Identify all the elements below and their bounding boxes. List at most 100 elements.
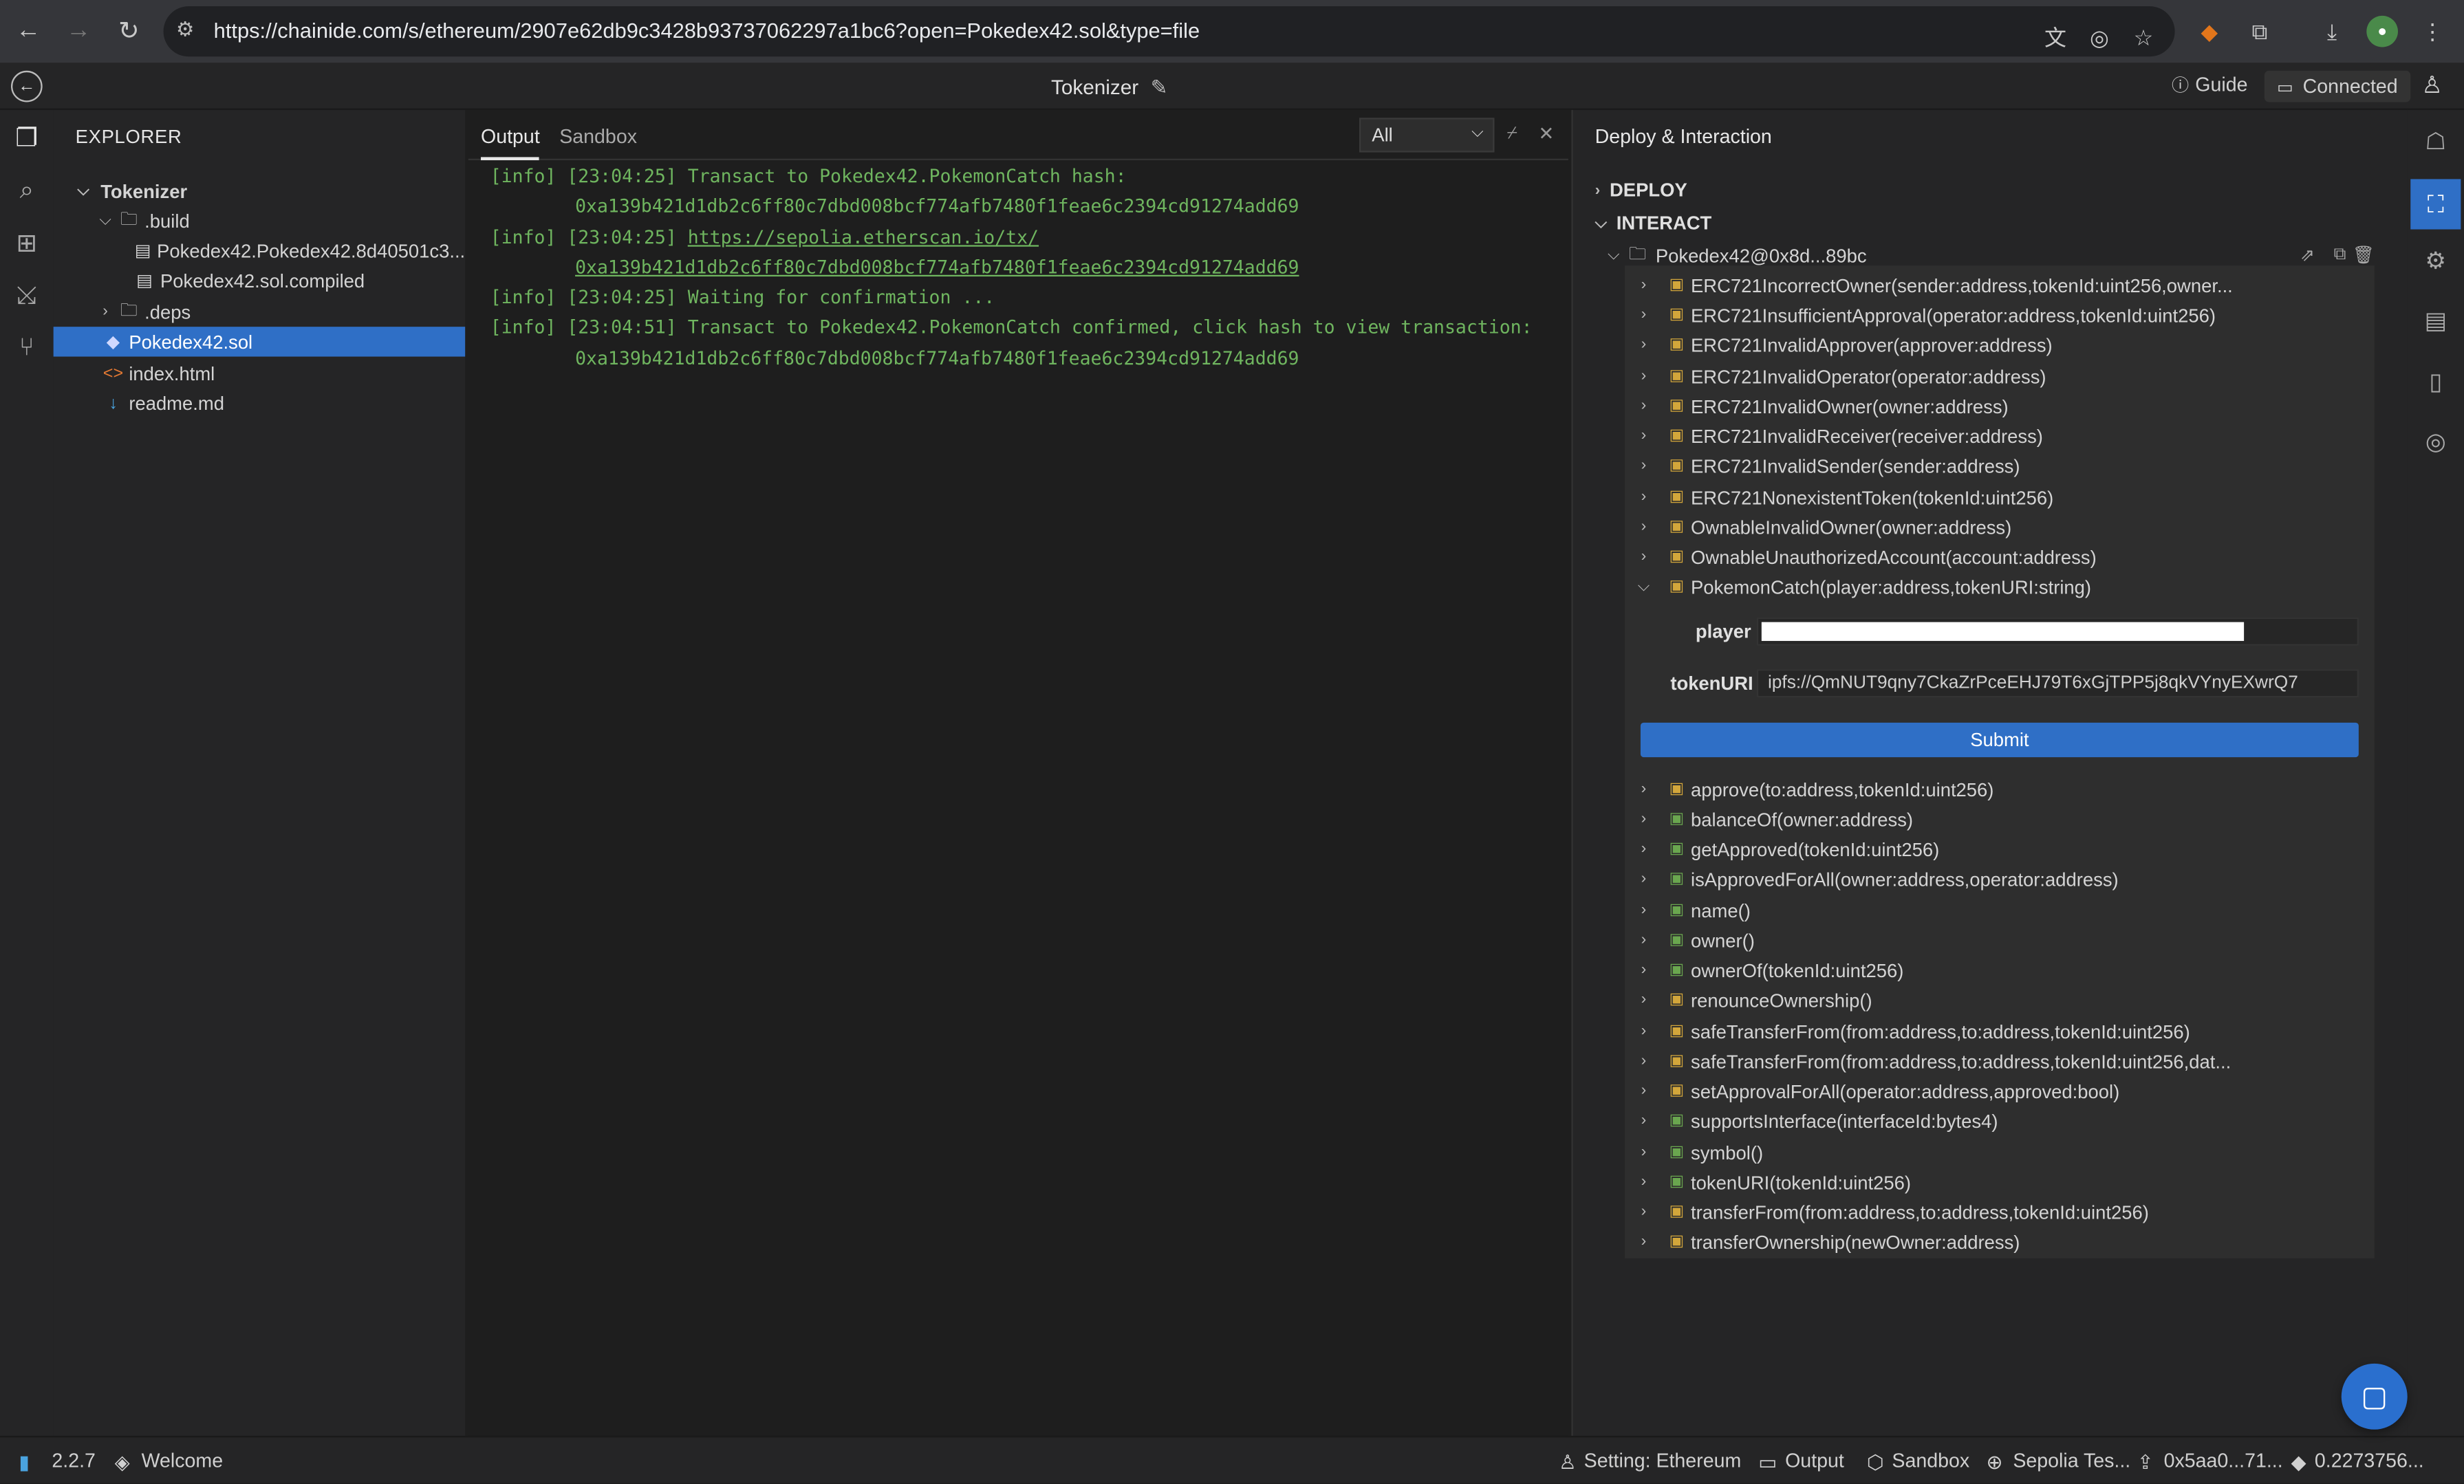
- back-icon[interactable]: ←: [10, 12, 47, 50]
- function-item[interactable]: › ▣ ERC721InvalidOperator(operator:address…: [1625, 361, 2375, 391]
- welcome-icon[interactable]: ◈: [115, 1450, 130, 1474]
- function-item[interactable]: › ▣ ERC721InvalidApprover(approver:address…: [1625, 330, 2375, 360]
- function-item-expanded[interactable]: ⌵ ▣ PokemonCatch(player:address,tokenURI:s…: [1625, 572, 2375, 602]
- tree-file-selected[interactable]: ◆ Pokedex42.sol: [53, 327, 466, 357]
- write-function-icon: ▣: [1669, 991, 1685, 1009]
- function-item[interactable]: › ▣ ERC721IncorrectOwner(sender:address,to…: [1625, 270, 2375, 300]
- tree-folder-build[interactable]: ⌵ 🗀 .build: [54, 206, 466, 235]
- function-item[interactable]: › ▣ OwnableInvalidOwner(owner:address): [1625, 512, 2375, 542]
- chevron-right-icon: ›: [1641, 427, 1647, 445]
- function-item[interactable]: › ▣ ERC721InvalidSender(sender:address): [1625, 451, 2375, 481]
- log-hash[interactable]: 0xa139b421d1db2c6ff80c7dbd008bcf774afb74…: [575, 347, 1299, 369]
- trash-icon[interactable]: 🗑: [2353, 245, 2375, 265]
- etherscan-link[interactable]: https://sepolia.etherscan.io/tx/: [688, 226, 1039, 248]
- share-icon[interactable]: ⇗: [2300, 245, 2315, 265]
- balance-value: 0.2273756...: [2314, 1450, 2424, 1472]
- function-item[interactable]: › ▣ setApprovalForAll(operator:address,app…: [1625, 1076, 2375, 1106]
- translate-icon[interactable]: 文: [2040, 22, 2071, 54]
- function-item[interactable]: › ▣ transferFrom(from:address,to:address,t…: [1625, 1197, 2375, 1227]
- tab-output[interactable]: Output: [481, 126, 540, 148]
- read-function-icon: ▣: [1669, 961, 1685, 979]
- tx-hash-link[interactable]: 0xa139b421d1db2c6ff80c7dbd008bcf774afb74…: [575, 256, 1299, 278]
- pencil-icon[interactable]: ✎: [1151, 76, 1168, 99]
- function-item[interactable]: › ▣ ERC721InvalidOwner(owner:address): [1625, 391, 2375, 421]
- read-function-icon: ▣: [1669, 1173, 1685, 1191]
- function-item[interactable]: › ▣ ERC721NonexistentToken(tokenId:uint256…: [1625, 482, 2375, 512]
- download-icon[interactable]: ⤓: [2316, 16, 2348, 47]
- tree-file[interactable]: ▤ Pokedex42.sol.compiled: [54, 265, 466, 295]
- function-item[interactable]: › ▣ OwnableUnauthorizedAccount(account:add…: [1625, 542, 2375, 571]
- function-item[interactable]: › ▣ safeTransferFrom(from:address,to:addre…: [1625, 1046, 2375, 1076]
- reload-icon[interactable]: ↻: [110, 12, 148, 50]
- function-signature: ERC721NonexistentToken(tokenId:uint256): [1691, 486, 2054, 509]
- function-signature: balanceOf(owner:address): [1691, 808, 1914, 831]
- deploy-section-toggle[interactable]: › DEPLOY: [1595, 179, 1687, 201]
- eye-off-icon[interactable]: ◎: [2084, 22, 2115, 54]
- tree-file[interactable]: ↓ readme.md: [54, 388, 466, 417]
- git-icon[interactable]: ⑂: [8, 330, 45, 368]
- function-item[interactable]: › ▣ transferOwnership(newOwner:address): [1625, 1227, 2375, 1256]
- output-toggle[interactable]: Output: [1785, 1450, 1844, 1472]
- function-item[interactable]: › ▣ balanceOf(owner:address): [1625, 805, 2375, 834]
- function-signature: ERC721InvalidReceiver(receiver:address): [1691, 424, 2043, 447]
- setting-chain[interactable]: Setting: Ethereum: [1584, 1450, 1742, 1472]
- close-icon[interactable]: ✕: [1538, 122, 1554, 144]
- user-icon[interactable]: ♙: [2421, 71, 2443, 99]
- tab-sandbox[interactable]: Sandbox: [559, 126, 637, 148]
- forward-icon[interactable]: →: [60, 12, 98, 50]
- compare-icon[interactable]: ⤩: [8, 278, 45, 316]
- robot-icon[interactable]: ☖: [2417, 122, 2454, 160]
- extensions-icon[interactable]: ⧉: [2244, 16, 2276, 47]
- fingerprint-icon[interactable]: ◎: [2417, 423, 2454, 461]
- plugins-icon[interactable]: ⊞: [8, 225, 45, 263]
- compile-icon[interactable]: ⚙: [2417, 242, 2454, 280]
- copy-icon[interactable]: ⧉: [2334, 245, 2346, 265]
- clear-log-icon[interactable]: ⌿: [1507, 124, 1517, 144]
- function-item[interactable]: › ▣ ERC721InvalidReceiver(receiver:address…: [1625, 421, 2375, 450]
- account-address[interactable]: 0x5aa0...71...: [2164, 1450, 2283, 1472]
- chevron-right-icon: ›: [1641, 1023, 1647, 1040]
- welcome-link[interactable]: Welcome: [142, 1450, 224, 1472]
- project-title[interactable]: Tokenizer ✎: [0, 76, 2219, 101]
- function-item[interactable]: › ▣ ERC721InsufficientApproval(operator:ad…: [1625, 300, 2375, 329]
- function-item[interactable]: › ▣ name(): [1625, 895, 2375, 925]
- guide-button[interactable]: ⓘ Guide: [2172, 72, 2247, 98]
- function-item[interactable]: › ▣ approve(to:address,tokenId:uint256): [1625, 774, 2375, 804]
- connected-button[interactable]: ▭ Connected: [2264, 70, 2410, 102]
- log-hash[interactable]: 0xa139b421d1db2c6ff80c7dbd008bcf774afb74…: [575, 195, 1299, 217]
- network-selector[interactable]: Sepolia Tes...: [2013, 1450, 2130, 1472]
- tree-root-folder[interactable]: ⌵ Tokenizer: [54, 176, 466, 206]
- deploy-interaction-icon[interactable]: ⛶: [2410, 179, 2461, 230]
- function-item[interactable]: › ▣ tokenURI(tokenId:uint256): [1625, 1167, 2375, 1197]
- site-settings-icon[interactable]: ⚙: [176, 17, 195, 43]
- function-item[interactable]: › ▣ supportsInterface(interfaceId:bytes4): [1625, 1106, 2375, 1135]
- tokenuri-input[interactable]: ipfs://QmNUT9qny7CkaZrPceEHJ79T6xGjTPP5j…: [1756, 669, 2359, 698]
- bookmark-star-icon[interactable]: ☆: [2128, 22, 2159, 54]
- interact-section-toggle[interactable]: ⌵ INTERACT: [1595, 212, 1712, 234]
- metamask-icon[interactable]: ◆: [2194, 16, 2225, 47]
- address-bar[interactable]: ⚙ https://chainide.com/s/ethereum/2907e6…: [163, 6, 2175, 57]
- log-filter-select[interactable]: All ⌵: [1359, 118, 1495, 153]
- function-item[interactable]: › ▣ safeTransferFrom(from:address,to:addre…: [1625, 1016, 2375, 1046]
- profile-avatar[interactable]: ●: [2366, 15, 2398, 47]
- function-item[interactable]: › ▣ isApprovedForAll(owner:address,operato…: [1625, 864, 2375, 893]
- tree-folder-deps[interactable]: › 🗀 .deps: [54, 297, 466, 327]
- tree-file[interactable]: ▤ Pokedex42.Pokedex42.8d40501c3...: [54, 236, 465, 265]
- files-icon[interactable]: ❐: [8, 120, 45, 157]
- function-item[interactable]: › ▣ symbol(): [1625, 1137, 2375, 1167]
- function-item[interactable]: › ▣ getApproved(tokenId:uint256): [1625, 834, 2375, 864]
- function-item[interactable]: › ▣ renounceOwnership(): [1625, 985, 2375, 1014]
- function-item[interactable]: › ▣ owner(): [1625, 926, 2375, 955]
- browser-menu-icon[interactable]: ⋮: [2417, 16, 2448, 47]
- submit-button[interactable]: Submit: [1640, 722, 2359, 758]
- clipboard-icon[interactable]: ▤: [2417, 302, 2454, 340]
- player-input[interactable]: [1756, 617, 2359, 646]
- sandbox-toggle[interactable]: Sandbox: [1892, 1450, 1969, 1472]
- function-item[interactable]: › ▣ ownerOf(tokenId:uint256): [1625, 955, 2375, 985]
- chat-support-button[interactable]: ▢: [2341, 1363, 2408, 1430]
- search-icon[interactable]: ⌕: [8, 173, 45, 210]
- tree-file[interactable]: <> index.html: [54, 358, 466, 388]
- chevron-right-icon: ›: [1641, 902, 1647, 919]
- document-icon[interactable]: ▯: [2417, 363, 2454, 401]
- log-hash-link[interactable]: 0xa139b421d1db2c6ff80c7dbd008bcf774afb74…: [575, 256, 1299, 278]
